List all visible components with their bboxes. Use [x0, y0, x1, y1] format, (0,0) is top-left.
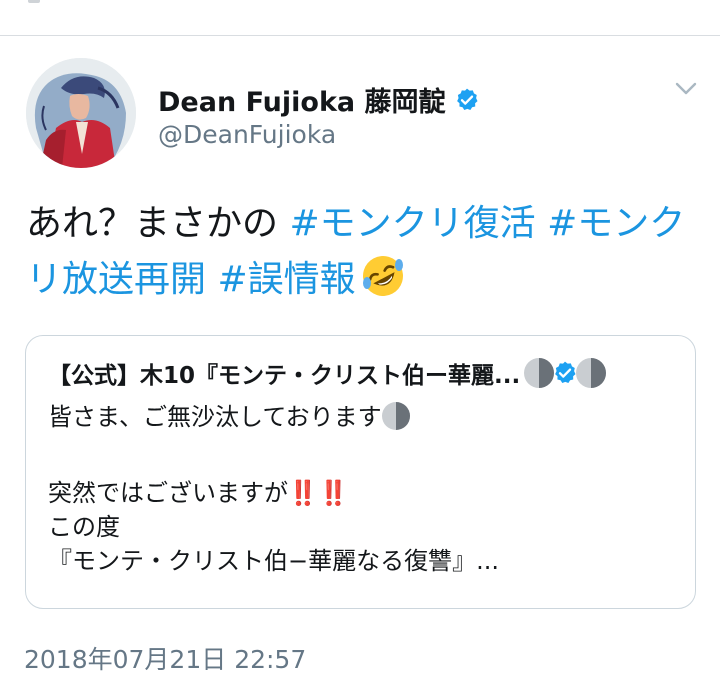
quoted-blank-line [48, 434, 688, 476]
tweet-text-space [536, 203, 547, 244]
previous-item-strip [0, 0, 720, 36]
quoted-author-row: 【公式】木10『モンテ・クリスト伯ー華麗... [48, 356, 681, 390]
tweet-text: あれ？まさかの #モンクリ復活 #モンクリ放送再開 #誤情報 [26, 196, 696, 308]
quoted-tweet-text: 皆さま、ご無沙汰しております 突然ではございますが‼️‼️ この度 『モンテ・ク… [48, 400, 688, 578]
quoted-line: この度 [48, 510, 688, 544]
quoted-line-text: 突然ではございますが [48, 479, 288, 507]
verified-badge-icon [552, 360, 578, 386]
author-name-row[interactable]: Dean Fujioka 藤岡靛 [158, 80, 480, 119]
waning-moon-emoji [381, 402, 410, 430]
waning-moon-emoji [576, 358, 607, 388]
tweet-text-plain: あれ？まさかの [26, 203, 290, 244]
quoted-author-name: 【公式】木10『モンテ・クリスト伯ー華麗... [48, 363, 521, 389]
quoted-line-text: 『モンテ・クリスト伯−華麗なる復讐』... [48, 547, 499, 575]
hashtag-link[interactable]: #誤情報 [217, 259, 355, 300]
tweet-text-space [206, 259, 217, 300]
verified-badge-icon [454, 87, 480, 113]
rofl-emoji-icon [360, 253, 406, 299]
hashtag-link[interactable]: #モンクリ復活 [289, 203, 535, 244]
tweet-timestamp: 2018年07月21日 22:57 [24, 645, 307, 674]
quoted-tweet-card[interactable]: 【公式】木10『モンテ・クリスト伯ー華麗... 皆さま、ご無沙汰しております 突… [25, 335, 696, 609]
quoted-line-text: 皆さま、ご無沙汰しております [48, 403, 382, 431]
author-display-name[interactable]: Dean Fujioka 藤岡靛 [158, 80, 446, 119]
waning-moon-emoji [524, 358, 555, 388]
quoted-line: 『モンテ・クリスト伯−華麗なる復讐』... [48, 544, 688, 578]
double-exclamation-emoji: ‼️‼️ [288, 479, 350, 507]
author-handle[interactable]: @DeanFujioka [158, 120, 336, 149]
quoted-line: 皆さま、ご無沙汰しております [48, 400, 688, 434]
quoted-line: 突然ではございますが‼️‼️ [48, 476, 688, 510]
avatar[interactable] [26, 58, 136, 168]
quoted-line-text: この度 [48, 513, 120, 541]
previous-item-edge [28, 0, 40, 3]
chevron-down-icon[interactable] [672, 76, 700, 100]
